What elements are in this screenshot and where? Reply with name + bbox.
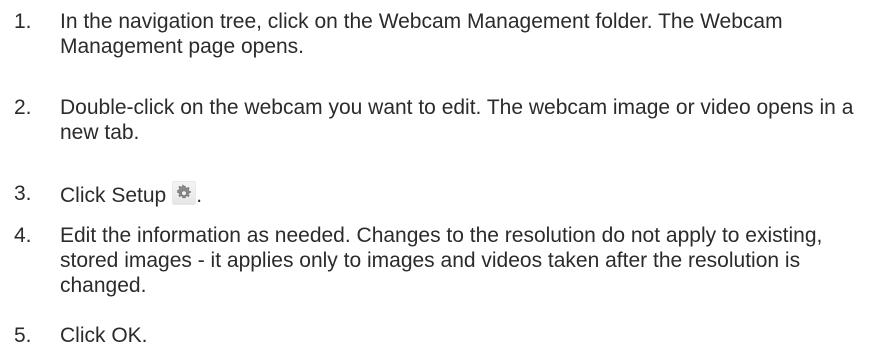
step-text: Edit the information as needed. Changes … [60, 224, 823, 297]
step-4: 4. Edit the information as needed. Chang… [0, 223, 874, 298]
step-5: 5. Click OK. [0, 323, 156, 348]
step-number: 1. [14, 10, 32, 33]
step-number: 4. [14, 224, 32, 247]
step-text: Double-click on the webcam you want to e… [60, 96, 854, 144]
step-suffix: . [196, 184, 203, 207]
step-number: 2. [14, 96, 32, 119]
step-text: In the navigation tree, click on the Web… [60, 10, 783, 58]
step-text: Click Setup [60, 184, 167, 207]
step-3: 3. Click Setup . [0, 181, 210, 208]
step-2: 2. Double-click on the webcam you want t… [0, 95, 874, 145]
step-number: 3. [14, 182, 32, 205]
step-number: 5. [14, 324, 32, 347]
step-1: 1. In the navigation tree, click on the … [0, 9, 874, 59]
gear-icon [172, 181, 197, 205]
step-text: Click OK. [60, 324, 148, 347]
